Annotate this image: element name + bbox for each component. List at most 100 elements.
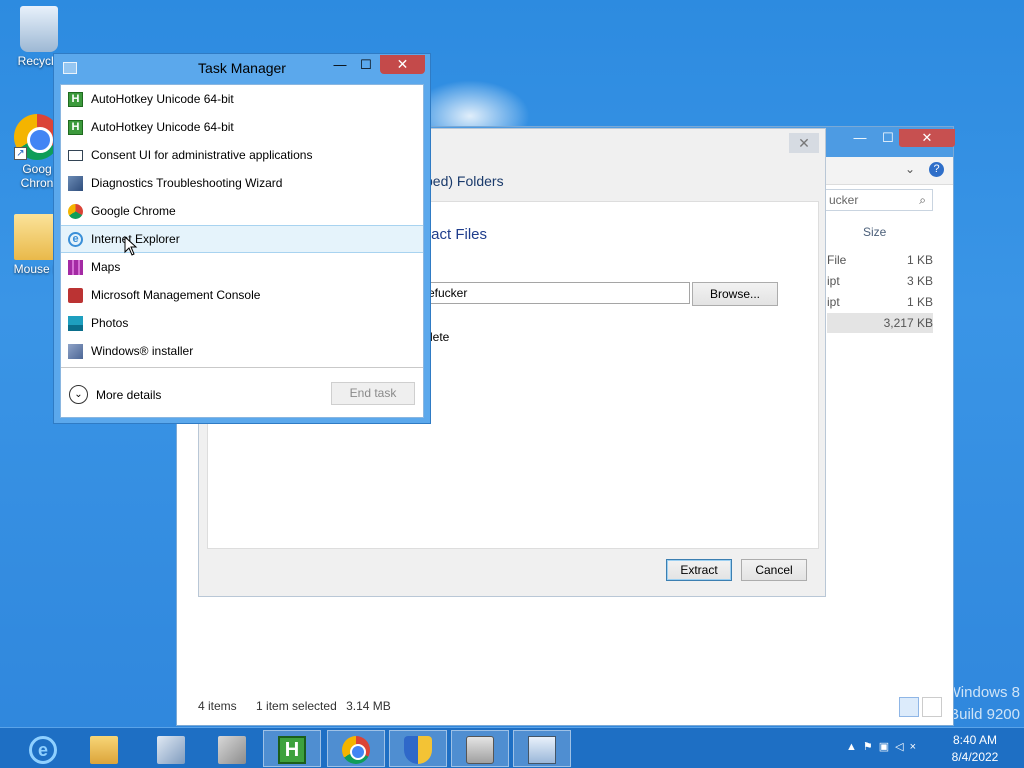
internet-explorer-icon: e	[68, 232, 83, 247]
app-row-autohotkey[interactable]: H AutoHotkey Unicode 64-bit	[61, 85, 423, 113]
internet-explorer-icon: e	[29, 736, 57, 764]
cancel-button[interactable]: Cancel	[741, 559, 807, 581]
explorer-maximize-button[interactable]: ☐	[875, 129, 901, 147]
app-row-windows-installer[interactable]: Windows® installer	[61, 337, 423, 365]
wizard-heading: tract Files	[422, 226, 488, 243]
end-task-button[interactable]: End task	[331, 382, 415, 405]
clock-date: 8/4/2022	[951, 750, 999, 764]
app-name: Maps	[91, 260, 121, 274]
wizard-title: ped) Folders	[425, 173, 504, 189]
more-details-label: More details	[96, 388, 162, 402]
size-header-label: Size	[863, 225, 887, 239]
taskbar-cabinet[interactable]	[203, 730, 261, 767]
search-text: ucker	[829, 193, 859, 207]
file-size: 1 KB	[906, 295, 933, 309]
details-view-button[interactable]	[899, 697, 919, 717]
close-button[interactable]: ✕	[380, 55, 425, 74]
file-size: 1 KB	[906, 253, 933, 267]
taskbar-uac[interactable]	[389, 730, 447, 767]
status-item-count: 4 items	[198, 699, 237, 713]
large-icons-view-button[interactable]	[922, 697, 942, 717]
app-name: Consent UI for administrative applicatio…	[91, 148, 313, 162]
app-name: Microsoft Management Console	[91, 288, 261, 302]
chevron-down-icon: ⌄	[69, 385, 88, 404]
app-name: Photos	[91, 316, 129, 330]
column-header-size[interactable]: Size	[827, 225, 937, 239]
app-row-diagnostics[interactable]: Diagnostics Troubleshooting Wizard	[61, 169, 423, 197]
task-manager-body: H AutoHotkey Unicode 64-bit H AutoHotkey…	[60, 84, 424, 418]
app-name: Google Chrome	[91, 204, 176, 218]
network-icon[interactable]: ▣	[879, 741, 895, 753]
file-row[interactable]: ipt 1 KB	[827, 292, 933, 312]
taskbar-autohotkey[interactable]: H	[263, 730, 321, 767]
volume-muted-icon[interactable]: ◁×	[895, 741, 922, 753]
task-manager-titlebar[interactable]: Task Manager — ☐ ✕	[54, 54, 430, 84]
folder-icon	[90, 736, 118, 764]
maximize-button[interactable]: ☐	[353, 55, 379, 74]
taskbar-task-manager[interactable]	[513, 730, 571, 767]
app-row-consent-ui[interactable]: Consent UI for administrative applicatio…	[61, 141, 423, 169]
app-row-maps[interactable]: Maps	[61, 253, 423, 281]
shield-icon	[404, 736, 432, 764]
destination-input[interactable]: efucker	[422, 282, 690, 304]
divider	[61, 367, 423, 368]
app-name: AutoHotkey Unicode 64-bit	[91, 92, 234, 106]
drive-icon	[466, 736, 494, 764]
explorer-close-button[interactable]: ✕	[899, 129, 955, 147]
app-name: AutoHotkey Unicode 64-bit	[91, 120, 234, 134]
file-row-selected[interactable]: 3,217 KB	[827, 313, 933, 333]
show-files-when-complete-checkbox-label[interactable]: lete	[430, 330, 449, 344]
app-row-photos[interactable]: Photos	[61, 309, 423, 337]
minimize-button[interactable]: —	[327, 55, 353, 74]
chevron-up-icon[interactable]: ▲	[846, 741, 863, 753]
network-icon	[157, 736, 185, 764]
cabinet-icon	[218, 736, 246, 764]
flag-icon[interactable]: ⚑	[863, 741, 879, 753]
file-size: 3 KB	[906, 274, 933, 288]
explorer-search-input[interactable]: ucker ⌕	[823, 189, 933, 211]
chrome-icon	[68, 204, 83, 219]
maps-icon	[68, 260, 83, 275]
installer-icon	[68, 344, 83, 359]
diagnostics-icon	[68, 176, 83, 191]
file-row[interactable]: File 1 KB	[827, 250, 933, 270]
chrome-icon	[342, 736, 370, 764]
taskbar-chrome[interactable]	[327, 730, 385, 767]
task-manager-icon	[528, 736, 556, 764]
taskbar-network[interactable]	[142, 730, 200, 767]
taskbar: e H ▲⚑▣◁× 8:40 AM 8/4/2022	[0, 727, 1024, 768]
system-tray: ▲⚑▣◁×	[846, 740, 922, 753]
explorer-minimize-button[interactable]: —	[847, 129, 873, 147]
recycle-bin-icon	[20, 6, 58, 52]
autohotkey-icon: H	[68, 92, 83, 107]
file-row[interactable]: ipt 3 KB	[827, 271, 933, 291]
mmc-icon	[68, 288, 83, 303]
file-name-fragment: ipt	[827, 274, 840, 288]
app-row-chrome[interactable]: Google Chrome	[61, 197, 423, 225]
chevron-down-icon[interactable]: ⌄	[905, 162, 915, 176]
extract-button[interactable]: Extract	[666, 559, 732, 581]
app-row-internet-explorer[interactable]: e Internet Explorer	[61, 225, 423, 253]
app-row-mmc[interactable]: Microsoft Management Console	[61, 281, 423, 309]
taskbar-clock[interactable]: 8:40 AM 8/4/2022	[940, 732, 1010, 766]
autohotkey-icon: H	[68, 120, 83, 135]
status-selected: 1 item selected	[256, 699, 337, 713]
taskbar-drive[interactable]	[451, 730, 509, 767]
taskbar-file-explorer[interactable]	[75, 730, 133, 767]
taskbar-internet-explorer[interactable]: e	[14, 730, 72, 767]
help-icon[interactable]: ?	[929, 162, 944, 177]
search-icon: ⌕	[919, 193, 926, 207]
file-name-fragment: File	[827, 253, 847, 267]
shortcut-arrow-icon: ↗	[14, 147, 27, 160]
browse-button[interactable]: Browse...	[692, 282, 778, 306]
wizard-close-button[interactable]: ✕	[789, 133, 819, 153]
more-details-button[interactable]: ⌄ More details	[69, 385, 161, 405]
app-row-autohotkey[interactable]: H AutoHotkey Unicode 64-bit	[61, 113, 423, 141]
status-size: 3.14 MB	[346, 699, 391, 713]
app-list: H AutoHotkey Unicode 64-bit H AutoHotkey…	[61, 85, 423, 365]
app-name: Windows® installer	[91, 344, 194, 358]
task-manager-window[interactable]: Task Manager — ☐ ✕ H AutoHotkey Unicode …	[53, 53, 431, 424]
window-icon	[68, 150, 83, 161]
clock-time: 8:40 AM	[952, 733, 998, 747]
explorer-status-bar: 4 items 1 item selected 3.14 MB	[198, 699, 407, 713]
